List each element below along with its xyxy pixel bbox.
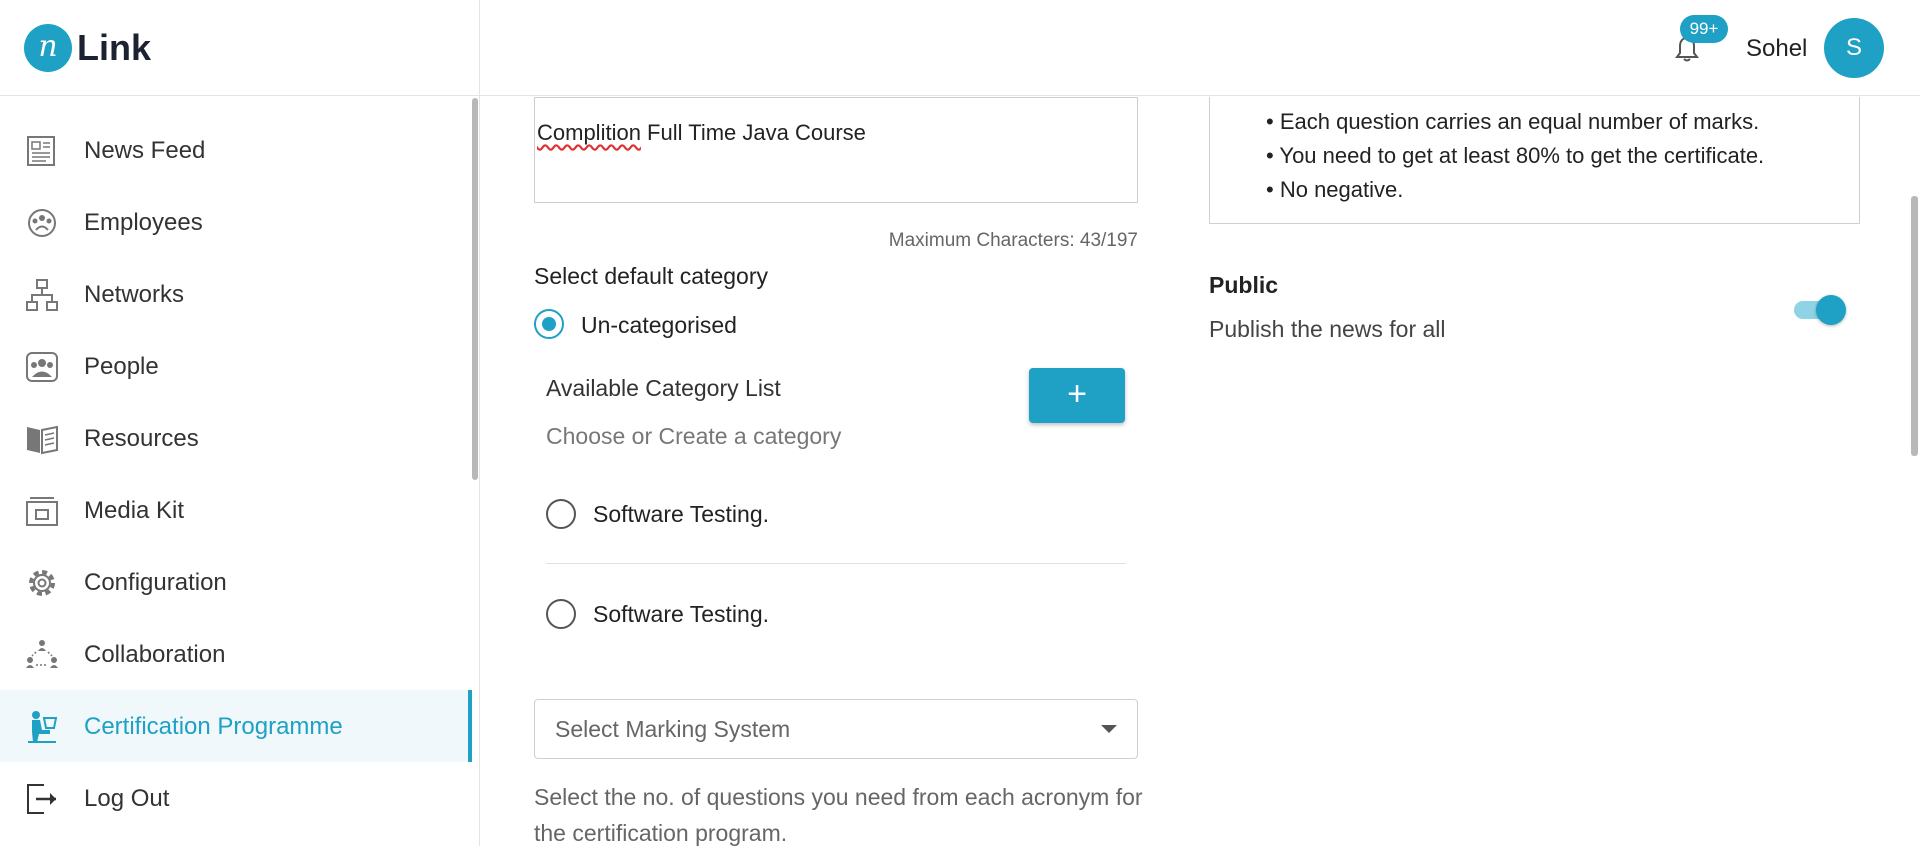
title-input-text: Full Time Java Course — [640, 120, 866, 145]
radio-category-2-label[interactable]: Software Testing. — [593, 601, 769, 628]
logo-text[interactable]: Link — [77, 24, 151, 72]
user-name[interactable]: Sohel — [1746, 34, 1807, 64]
sidebar-item-certification-programme[interactable]: Certification Programme — [0, 690, 472, 762]
marking-system-placeholder: Select Marking System — [555, 716, 791, 742]
radio-category-1-label[interactable]: Software Testing. — [593, 501, 769, 528]
logout-icon — [27, 784, 56, 814]
main-content: Complition Full Time Java Course Maximum… — [481, 97, 1920, 846]
networks-icon — [26, 279, 58, 311]
media-kit-icon — [26, 497, 58, 526]
rule-item: Each question carries an equal number of… — [1266, 105, 1764, 139]
chevron-down-icon — [1101, 725, 1117, 733]
sidebar-item-news-feed[interactable]: News Feed — [0, 114, 472, 186]
collaboration-icon — [26, 640, 58, 668]
sidebar-item-log-out[interactable]: Log Out — [0, 762, 472, 834]
rules-box: Each question carries an equal number of… — [1209, 97, 1860, 224]
logo-area: n Link — [0, 0, 480, 96]
public-toggle[interactable] — [1790, 293, 1848, 325]
avatar[interactable]: S — [1824, 18, 1884, 78]
sidebar-item-label: Log Out — [84, 785, 170, 812]
sidebar-item-collaboration[interactable]: Collaboration — [0, 618, 472, 690]
rule-item: No negative. — [1266, 173, 1764, 207]
sidebar-item-networks[interactable]: Networks — [0, 258, 472, 330]
radio-uncategorised[interactable] — [534, 309, 564, 339]
certification-icon — [28, 711, 58, 743]
notification-badge[interactable]: 99+ — [1680, 15, 1728, 43]
radio-uncategorised-label[interactable]: Un-categorised — [581, 312, 737, 339]
sidebar-item-label: News Feed — [84, 137, 206, 164]
available-category-label: Available Category List — [546, 375, 781, 401]
sidebar: News Feed Employees Networks People Reso… — [0, 96, 480, 846]
logo-mark[interactable]: n — [24, 24, 72, 72]
character-counter: Maximum Characters: 43/197 — [888, 230, 1138, 251]
public-title: Public — [1209, 272, 1279, 298]
sidebar-item-people[interactable]: People — [0, 330, 472, 402]
add-category-button[interactable]: + — [1029, 368, 1125, 423]
gear-icon — [29, 570, 55, 596]
top-header: n Link 99+ Sohel S — [0, 0, 1920, 96]
sidebar-scrollbar[interactable] — [472, 98, 478, 480]
sidebar-item-configuration[interactable]: Configuration — [0, 546, 472, 618]
public-description: Publish the news for all — [1209, 316, 1446, 342]
sidebar-item-label: Configuration — [84, 569, 227, 596]
category-divider — [546, 563, 1126, 564]
category-heading: Select default category — [534, 263, 768, 289]
title-input[interactable]: Complition Full Time Java Course — [534, 97, 1138, 203]
news-feed-icon — [27, 136, 55, 166]
sidebar-item-resources[interactable]: Resources — [0, 402, 472, 474]
questions-help-text: Select the no. of questions you need fro… — [534, 784, 1143, 846]
sidebar-item-label: People — [84, 353, 159, 380]
radio-category-2[interactable] — [546, 599, 576, 629]
sidebar-item-label: Media Kit — [84, 497, 185, 524]
toggle-knob — [1816, 295, 1846, 325]
rule-item: You need to get at least 80% to get the … — [1266, 139, 1764, 173]
sidebar-item-label: Employees — [84, 209, 203, 236]
title-input-misspelled-word: Complition — [537, 120, 641, 145]
people-icon — [26, 352, 58, 382]
sidebar-item-label: Networks — [84, 281, 185, 308]
choose-category-hint: Choose or Create a category — [546, 423, 842, 449]
sidebar-item-label: Certification Programme — [84, 713, 343, 740]
sidebar-item-label: Resources — [84, 425, 199, 452]
rules-list: Each question carries an equal number of… — [1266, 105, 1764, 207]
marking-system-select[interactable]: Select Marking System — [534, 699, 1138, 759]
sidebar-item-label: Collaboration — [84, 641, 226, 668]
resources-icon — [27, 425, 58, 455]
employees-icon — [28, 209, 56, 237]
page-scrollbar[interactable] — [1911, 196, 1918, 456]
radio-category-1[interactable] — [546, 499, 576, 529]
sidebar-item-media-kit[interactable]: Media Kit — [0, 474, 472, 546]
sidebar-item-employees[interactable]: Employees — [0, 186, 472, 258]
